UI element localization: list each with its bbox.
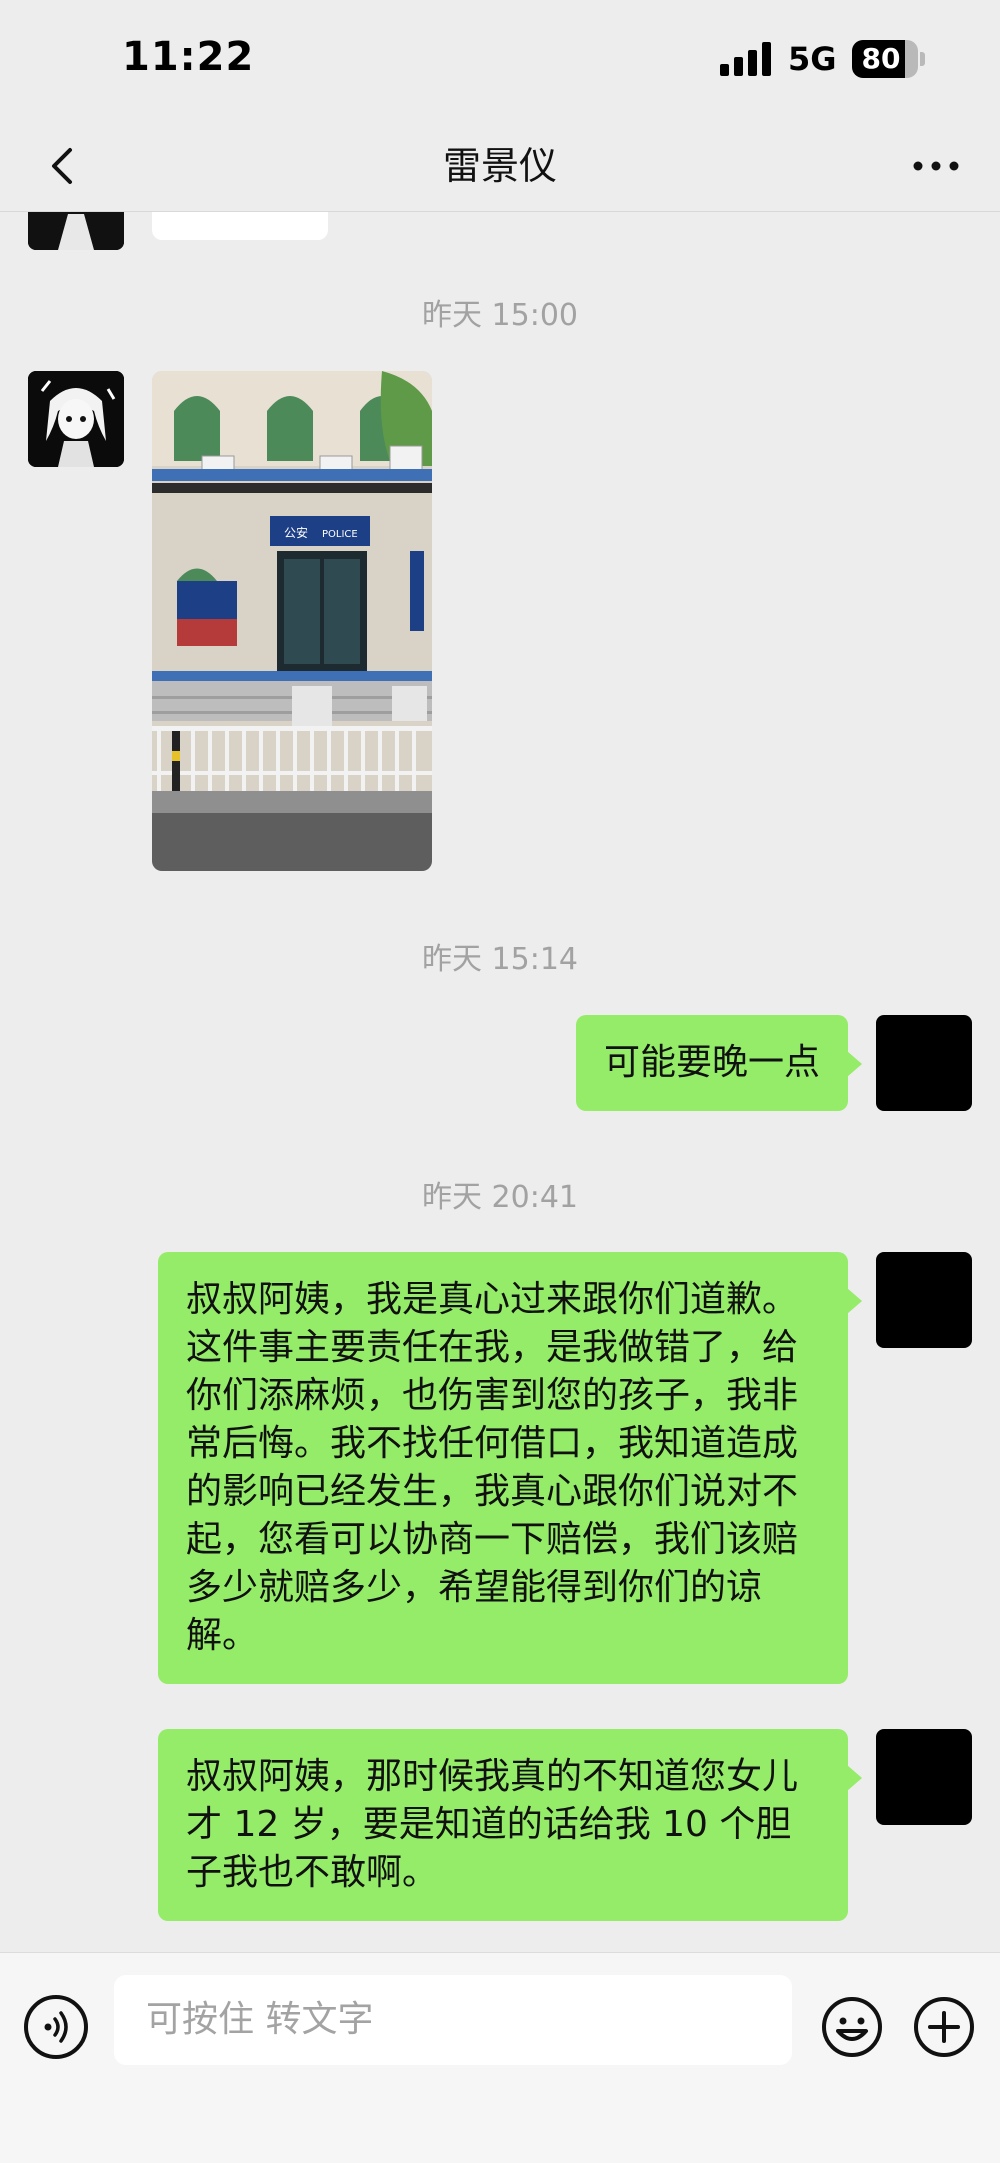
plus-icon[interactable] [912, 1995, 976, 2059]
status-bar: 11:22 5G 80 [0, 0, 1000, 120]
police-sign-text-en: POLICE [322, 529, 358, 540]
sent-message-bubble[interactable]: 叔叔阿姨，我是真心过来跟你们道歉。这件事主要责任在我，是我做错了，给你们添麻烦，… [158, 1252, 862, 1684]
input-bar: 可按住 转文字 [0, 1952, 1000, 2163]
chat-title: 雷景仪 [442, 144, 557, 188]
sent-message-bubble[interactable]: 可能要晚一点 [575, 1015, 863, 1111]
my-avatar[interactable] [876, 1729, 972, 1825]
previous-message-bubble[interactable] [152, 212, 328, 240]
network-type: 5G [788, 40, 837, 78]
nav-bar: 雷景仪 [0, 120, 1000, 212]
wechat-chat-screen: 11:22 5G 80 雷景仪 昨天 15:00 公安 POLICE 昨天 15… [0, 0, 1000, 2163]
chevron-left-icon[interactable] [36, 138, 92, 194]
message-input[interactable]: 可按住 转文字 [114, 1975, 792, 2065]
signal-icon [720, 42, 772, 76]
battery-icon: 80 [852, 40, 918, 78]
photo-message[interactable]: 公安 POLICE [152, 371, 432, 871]
sent-message-bubble[interactable]: 叔叔阿姨，那时候我真的不知道您女儿才 12 岁，要是知道的话给我 10 个胆子我… [158, 1729, 862, 1921]
message-text: 叔叔阿姨，那时候我真的不知道您女儿才 12 岁，要是知道的话给我 10 个胆子我… [186, 1756, 799, 1893]
contact-avatar[interactable] [28, 371, 124, 467]
timestamp: 昨天 15:00 [422, 298, 578, 333]
police-sign-text: 公安 [284, 525, 308, 540]
timestamp: 昨天 20:41 [422, 1180, 578, 1215]
more-dots-icon[interactable] [908, 146, 964, 186]
message-input-placeholder: 可按住 转文字 [146, 1999, 374, 2040]
timestamp: 昨天 15:14 [422, 942, 578, 977]
emoji-icon[interactable] [820, 1995, 884, 2059]
voice-icon[interactable] [24, 1995, 88, 2059]
message-text: 叔叔阿姨，我是真心过来跟你们道歉。这件事主要责任在我，是我做错了，给你们添麻烦，… [186, 1279, 799, 1656]
battery-level: 80 [861, 42, 901, 75]
status-time: 11:22 [122, 34, 255, 80]
contact-avatar[interactable] [28, 212, 124, 250]
message-list[interactable]: 昨天 15:00 公安 POLICE 昨天 15:14 可能要晚一点 昨天 20… [0, 212, 1000, 1952]
message-text: 可能要晚一点 [603, 1042, 820, 1083]
battery-cap [920, 52, 925, 66]
my-avatar[interactable] [876, 1252, 972, 1348]
my-avatar[interactable] [876, 1015, 972, 1111]
